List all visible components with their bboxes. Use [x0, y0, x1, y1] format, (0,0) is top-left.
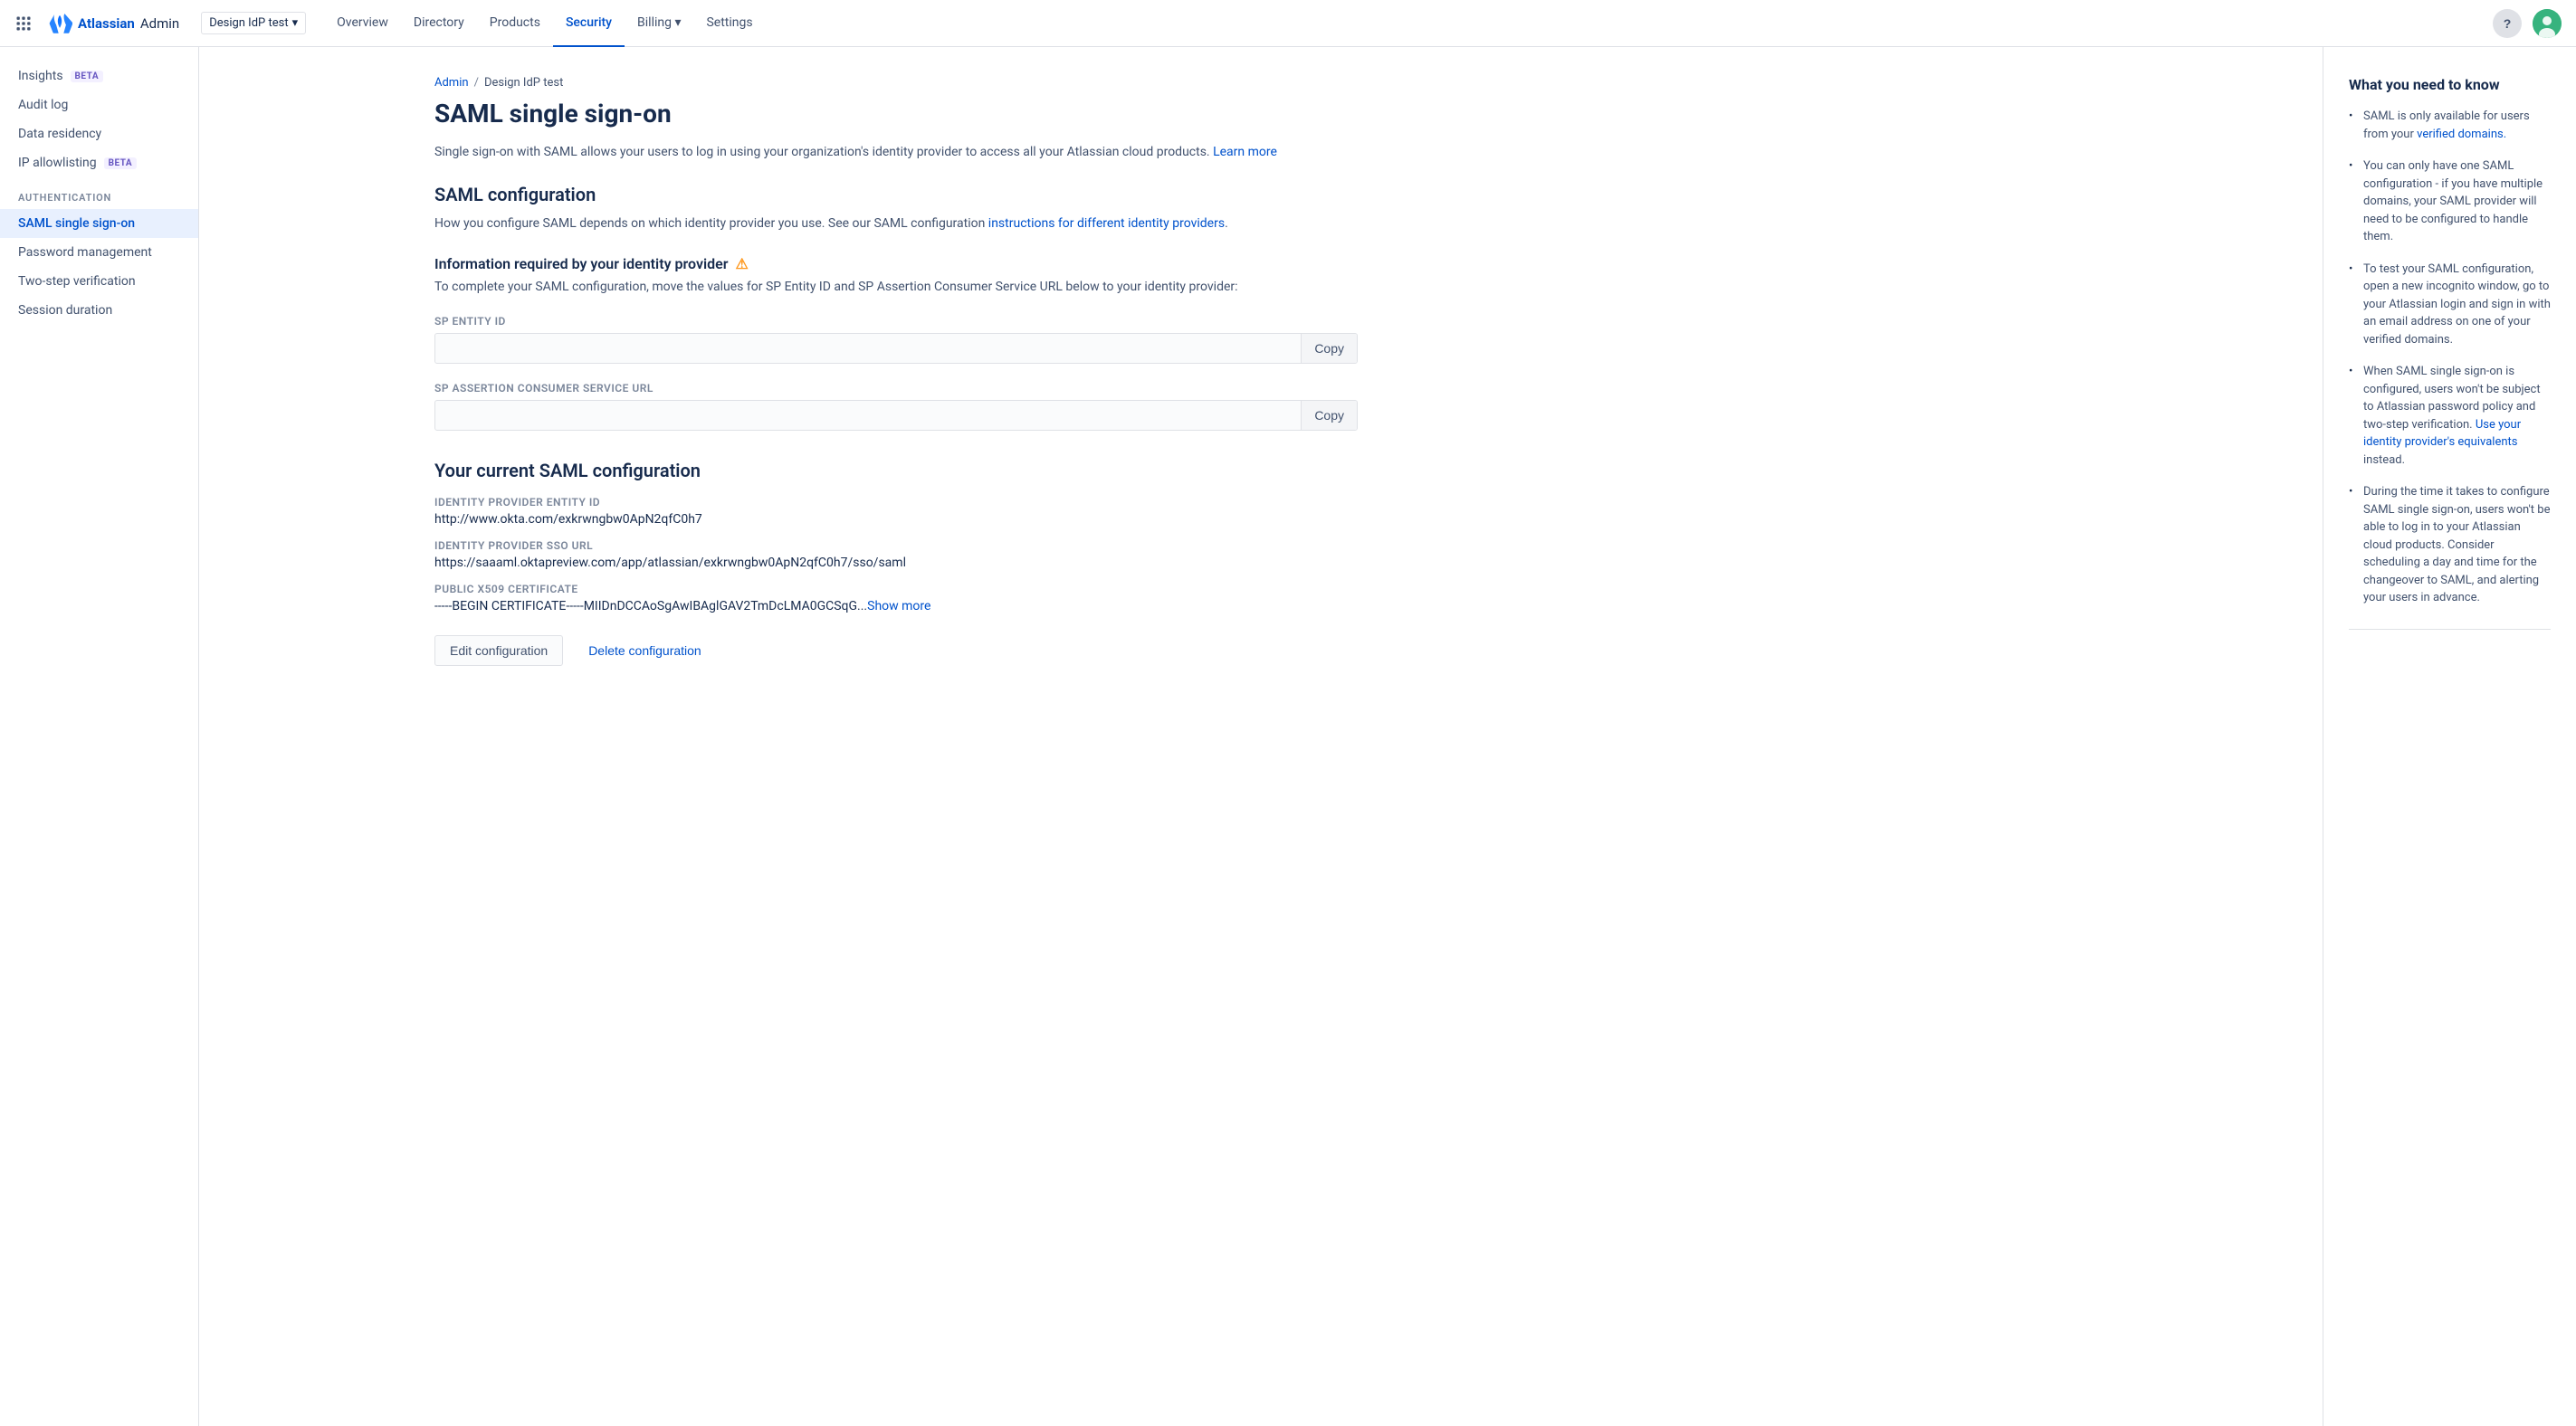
org-selector-label: Design IdP test	[209, 16, 288, 30]
grid-icon[interactable]	[14, 14, 33, 33]
public-cert-value: -----BEGIN CERTIFICATE-----MIIDnDCCAoSgA…	[434, 599, 1358, 613]
right-panel-item-2: You can only have one SAML configuration…	[2349, 157, 2551, 246]
breadcrumb-separator: /	[474, 76, 479, 90]
saml-config-title: SAML configuration	[434, 184, 1358, 205]
info-title: Information required by your identity pr…	[434, 255, 1358, 272]
main-content: Admin / Design IdP test SAML single sign…	[398, 47, 1394, 1426]
right-panel-item-4: When SAML single sign-on is configured, …	[2349, 363, 2551, 469]
warning-icon: ⚠	[736, 255, 749, 272]
top-nav: Atlassian Admin Design IdP test ▾ Overvi…	[0, 0, 2576, 47]
right-panel-title: What you need to know	[2349, 76, 2551, 93]
org-selector[interactable]: Design IdP test ▾	[201, 12, 306, 34]
sidebar: Insights BETA Audit log Data residency I…	[0, 47, 199, 1426]
sidebar-item-label-saml: SAML single sign-on	[18, 216, 135, 231]
identity-provider-sso-url-field: Identity provider SSO URL https://saaaml…	[434, 539, 1358, 570]
page-title: SAML single sign-on	[434, 99, 1358, 128]
identity-provider-entity-id-label: Identity provider Entity ID	[434, 496, 1358, 509]
sidebar-item-label-audit-log: Audit log	[18, 98, 68, 112]
learn-more-link-2[interactable]: Learn more	[1213, 145, 1277, 159]
info-title-text: Information required by your identity pr…	[434, 255, 729, 272]
sp-entity-id-field: Copy	[434, 333, 1358, 364]
button-row: Edit configuration Delete configuration	[434, 635, 1358, 666]
info-section: Information required by your identity pr…	[434, 255, 1358, 431]
breadcrumb: Admin / Design IdP test	[434, 76, 1358, 90]
sidebar-item-data-residency[interactable]: Data residency	[0, 119, 198, 148]
nav-link-billing[interactable]: Billing ▾	[625, 0, 693, 47]
edit-configuration-button[interactable]: Edit configuration	[434, 635, 563, 666]
public-cert-field: Public x509 certificate -----BEGIN CERTI…	[434, 583, 1358, 613]
public-cert-label: Public x509 certificate	[434, 583, 1358, 595]
public-cert-text: -----BEGIN CERTIFICATE-----MIIDnDCCAoSgA…	[434, 599, 867, 613]
right-panel-item-3: To test your SAML configuration, open a …	[2349, 261, 2551, 349]
saml-config-description: How you configure SAML depends on which …	[434, 214, 1358, 233]
right-panel-divider	[2349, 629, 2551, 630]
sp-assertion-input[interactable]	[435, 401, 1301, 430]
page-description-2: Single sign-on with SAML allows your use…	[434, 145, 1277, 159]
nav-right: ?	[2493, 9, 2562, 38]
nav-links: Overview Directory Products Security Bil…	[324, 0, 765, 47]
current-config-section: Your current SAML configuration Identity…	[434, 460, 1358, 666]
identity-provider-entity-id-field: Identity provider Entity ID http://www.o…	[434, 496, 1358, 527]
identity-provider-sso-url-label: Identity provider SSO URL	[434, 539, 1358, 552]
breadcrumb-current: Design IdP test	[484, 76, 563, 90]
sidebar-item-insights[interactable]: Insights BETA	[0, 62, 198, 90]
identity-provider-equivalents-link[interactable]: Use your identity provider's equivalents	[2363, 418, 2521, 450]
ip-allowlisting-beta-badge: BETA	[104, 157, 138, 169]
authentication-section-label: Authentication	[0, 177, 198, 209]
instructions-link[interactable]: instructions for different identity prov…	[988, 216, 1225, 231]
admin-text: Admin	[140, 15, 179, 32]
sp-assertion-label: SP Assertion Consumer Service URL	[434, 382, 1358, 395]
atlassian-logo: Atlassian Admin	[47, 11, 179, 36]
sidebar-item-label-two-step: Two-step verification	[18, 274, 136, 289]
nav-link-settings[interactable]: Settings	[693, 0, 765, 47]
nav-link-directory[interactable]: Directory	[401, 0, 477, 47]
sidebar-item-label-ip-allowlisting: IP allowlisting	[18, 156, 97, 170]
identity-provider-entity-id-value: http://www.okta.com/exkrwngbw0ApN2qfC0h7	[434, 512, 1358, 527]
sidebar-item-ip-allowlisting[interactable]: IP allowlisting BETA	[0, 148, 198, 177]
sidebar-item-label-session: Session duration	[18, 303, 112, 318]
right-panel-list: SAML is only available for users from yo…	[2349, 108, 2551, 607]
identity-provider-sso-url-value: https://saaaml.oktapreview.com/app/atlas…	[434, 556, 1358, 570]
sp-entity-id-copy-button[interactable]: Copy	[1301, 334, 1357, 363]
verified-domains-link[interactable]: verified domains.	[2417, 128, 2506, 141]
sidebar-item-saml[interactable]: SAML single sign-on	[0, 209, 198, 238]
sp-entity-id-input[interactable]	[435, 334, 1301, 363]
sp-assertion-copy-button[interactable]: Copy	[1301, 401, 1357, 430]
sidebar-item-session-duration[interactable]: Session duration	[0, 296, 198, 325]
show-more-link[interactable]: Show more	[867, 599, 930, 613]
sidebar-item-two-step[interactable]: Two-step verification	[0, 267, 198, 296]
sidebar-item-password-management[interactable]: Password management	[0, 238, 198, 267]
avatar[interactable]	[2533, 9, 2562, 38]
help-button[interactable]: ?	[2493, 9, 2522, 38]
right-panel-item-5: During the time it takes to configure SA…	[2349, 483, 2551, 607]
nav-link-products[interactable]: Products	[477, 0, 553, 47]
right-panel: What you need to know SAML is only avail…	[2323, 47, 2576, 1426]
insights-beta-badge: BETA	[71, 71, 104, 82]
sidebar-item-audit-log[interactable]: Audit log	[0, 90, 198, 119]
sidebar-item-label-insights: Insights	[18, 69, 63, 83]
current-config-title: Your current SAML configuration	[434, 460, 1358, 481]
chevron-down-icon: ▾	[292, 16, 299, 30]
breadcrumb-admin[interactable]: Admin	[434, 76, 469, 90]
app-layout: Insights BETA Audit log Data residency I…	[0, 47, 2576, 1426]
info-desc: To complete your SAML configuration, mov…	[434, 278, 1358, 297]
nav-link-security[interactable]: Security	[553, 0, 625, 47]
right-panel-item-1: SAML is only available for users from yo…	[2349, 108, 2551, 143]
nav-link-overview[interactable]: Overview	[324, 0, 401, 47]
logo-text: Atlassian	[78, 15, 135, 32]
question-mark-icon: ?	[2504, 16, 2512, 31]
delete-configuration-button[interactable]: Delete configuration	[574, 635, 716, 666]
sidebar-item-label-data-residency: Data residency	[18, 127, 101, 141]
content-wrapper: Admin / Design IdP test SAML single sign…	[199, 47, 2576, 1426]
sidebar-item-label-password: Password management	[18, 245, 152, 260]
sp-entity-id-label: SP Entity ID	[434, 315, 1358, 328]
sp-assertion-field: Copy	[434, 400, 1358, 431]
